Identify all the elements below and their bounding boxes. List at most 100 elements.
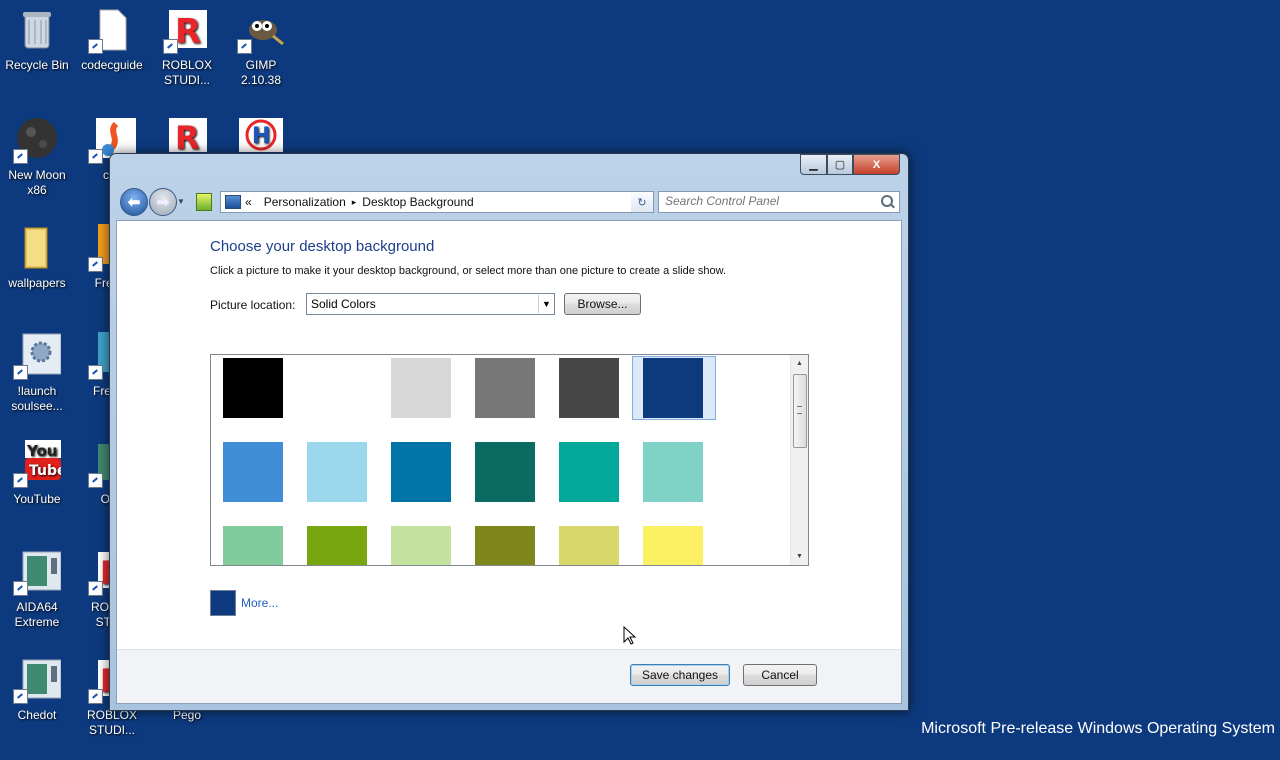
desktop-icon-aida64[interactable]: AIDA64 Extreme [1,548,73,630]
color-tile[interactable] [643,526,703,565]
maximize-button[interactable]: ▢ [827,154,853,175]
mouse-cursor-icon [623,626,637,645]
color-tile[interactable] [391,442,451,502]
color-tile[interactable] [475,442,535,502]
monitor-icon [13,656,62,704]
svg-text:H: H [252,124,270,149]
color-tile[interactable] [643,358,703,418]
content-pane: Choose your desktop background Click a p… [116,220,902,704]
desktop-icon-label: ROBLOX STUDI... [161,58,212,87]
color-tile[interactable] [391,526,451,565]
desktop-icon-label: YouTube [13,492,61,506]
shortcut-arrow-icon [13,689,28,704]
color-tile[interactable] [223,358,283,418]
search-input[interactable] [659,192,875,210]
color-tile[interactable] [475,358,535,418]
page-title: Choose your desktop background [210,238,435,255]
browse-button[interactable]: Browse... [564,293,641,315]
desktop-icon-launch-soulseek[interactable]: !launch soulsee... [1,332,73,414]
color-tile[interactable] [223,526,283,565]
desktop-icon-chedot[interactable]: Chedot [1,656,73,723]
desktop-icon-label: Chedot [17,708,57,722]
color-tile[interactable] [223,442,283,502]
control-panel-icon [196,193,212,211]
color-tile[interactable] [559,358,619,418]
os-watermark: Microsoft Pre-release Windows Operating … [921,720,1275,737]
color-tile[interactable] [391,358,451,418]
address-overflow-chevron[interactable]: « [245,195,252,209]
svg-text:Tube: Tube [29,463,61,479]
close-button[interactable]: X [853,154,900,175]
desktop-icon-new-moon[interactable]: New Moon x86 [1,116,73,198]
shortcut-arrow-icon [88,365,103,380]
color-picker-grid: ▲ ▼ [210,354,809,566]
picture-location-select[interactable]: Solid Colors ▼ [306,293,555,315]
desktop-icon-label: codecguide [81,58,143,72]
breadcrumb-separator-icon[interactable]: ▸ [352,197,357,208]
moon-icon [13,116,61,164]
color-tile[interactable] [475,526,535,565]
vertical-scrollbar[interactable]: ▲ ▼ [790,355,808,565]
gear-icon [13,332,62,380]
shortcut-arrow-icon [88,149,103,164]
color-tile[interactable] [559,526,619,565]
back-button[interactable]: ⬅ [120,188,148,216]
desktop-icon-roblox-studio[interactable]: R ROBLOX STUDI... [151,6,223,88]
color-tile[interactable] [307,442,367,502]
shortcut-arrow-icon [163,39,178,54]
desktop-icon-wallpapers[interactable]: wallpapers [1,224,73,291]
shortcut-arrow-icon [88,581,103,596]
monitor-icon [13,548,62,596]
shortcut-arrow-icon [88,257,103,272]
history-dropdown-icon[interactable]: ▼ [177,197,185,206]
color-tile[interactable] [643,442,703,502]
roblox-icon: R [163,6,211,54]
shortcut-arrow-icon [88,39,103,54]
chevron-down-icon[interactable]: ▼ [538,295,554,313]
picture-location-label: Picture location: [210,298,296,312]
breadcrumb-desktop-background[interactable]: Desktop Background [362,195,473,209]
shortcut-arrow-icon [13,581,28,596]
shortcut-arrow-icon [88,689,103,704]
personalization-icon [225,195,241,209]
window-controls: ▁ ▢ X [800,154,900,175]
shortcut-arrow-icon [13,473,28,488]
shortcut-arrow-icon [88,473,103,488]
desktop-icon-label: GIMP 2.10.38 [240,58,282,87]
navigation-bar: ⬅ ➡ ▼ « Personalization ▸ Desktop Backgr… [116,185,902,217]
youtube-icon: You Tube [13,440,67,488]
cancel-button[interactable]: Cancel [743,664,817,686]
desktop-icon-label: AIDA64 Extreme [14,600,60,629]
shortcut-arrow-icon [13,149,28,164]
svg-text:R: R [175,119,200,157]
desktop-icon-youtube[interactable]: YouTube YouTube [1,440,73,507]
color-tile[interactable] [307,358,367,418]
scroll-up-arrow-icon[interactable]: ▲ [791,355,808,372]
color-tile[interactable] [307,526,367,565]
gimp-icon [237,6,285,54]
desktop-icon-label: New Moon x86 [8,168,66,197]
search-icon[interactable] [881,195,893,207]
svg-text:R: R [175,12,201,52]
forward-button[interactable]: ➡ [149,188,177,216]
desktop-icon-codecguide[interactable]: codecguide [76,6,148,73]
desktop-background-window: ▁ ▢ X ⬅ ➡ ▼ « Personalization ▸ Desktop … [109,153,909,711]
dialog-footer: Save changes Cancel [117,649,901,703]
minimize-button[interactable]: ▁ [800,154,827,175]
desktop-icon-label: wallpapers [8,276,66,290]
desktop-icon-recycle-bin[interactable]: Recycle Bin [1,6,73,73]
color-tile[interactable] [559,442,619,502]
address-bar[interactable]: « Personalization ▸ Desktop Background ▼ [220,191,654,213]
current-color-swatch[interactable] [210,590,236,616]
desktop-icon-label: !launch soulsee... [11,384,63,413]
scrollbar-thumb[interactable] [793,374,807,448]
folder-icon [13,224,61,272]
more-colors-link[interactable]: More... [241,596,278,610]
scroll-down-arrow-icon[interactable]: ▼ [791,548,808,565]
document-icon [88,6,136,54]
desktop-icon-gimp[interactable]: GIMP 2.10.38 [225,6,297,88]
desktop-icon-label: Recycle Bin [5,58,69,72]
breadcrumb-personalization[interactable]: Personalization [264,195,346,209]
save-changes-button[interactable]: Save changes [630,664,730,686]
refresh-button[interactable]: ↻ [631,191,654,213]
